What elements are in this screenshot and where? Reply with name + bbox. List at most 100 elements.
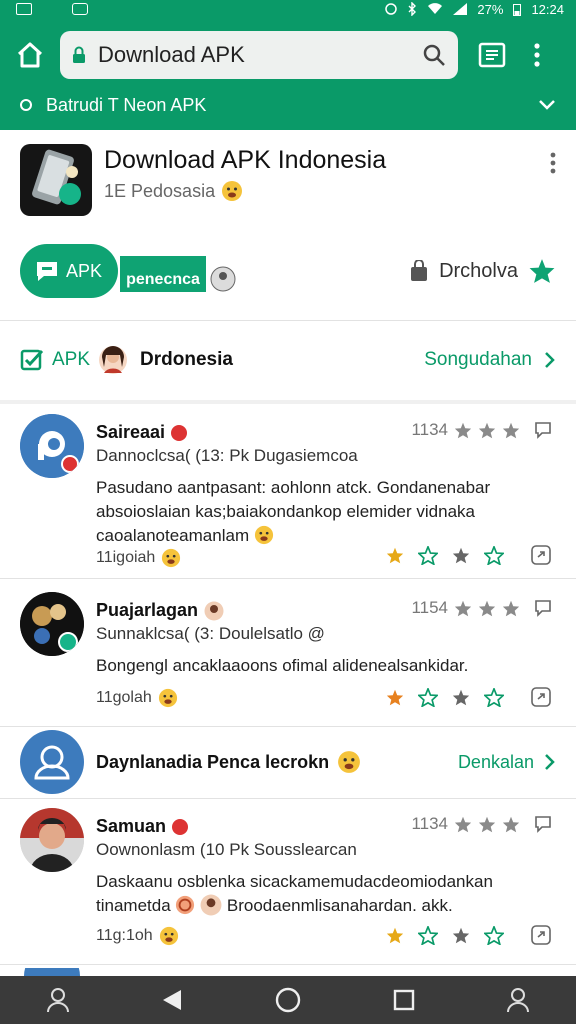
- emoji-icon: [176, 895, 195, 915]
- user-avatar-icon: [99, 346, 128, 374]
- chat-bubble-icon: [37, 262, 57, 281]
- share-icon[interactable]: [530, 544, 552, 566]
- battery-percent: 27%: [477, 1, 504, 17]
- app-icon: [20, 144, 92, 216]
- star-outline-icon[interactable]: [484, 925, 504, 945]
- system-nav-bar: [0, 976, 576, 1024]
- review-body: Daskaanu osblenka sicackamemudacdeomioda…: [96, 870, 544, 918]
- back-icon[interactable]: [161, 988, 183, 1012]
- apk-download-button[interactable]: APK: [20, 244, 118, 298]
- star-outline-icon[interactable]: [418, 687, 438, 707]
- star-icon: [502, 816, 520, 832]
- review-item[interactable]: Samuan 1134 Oownonlasm (10 Pk Sousslearc…: [0, 808, 576, 958]
- review-actions: [386, 544, 552, 566]
- review-item[interactable]: Puajarlagan 1154 Sunnaklcsa( (3: Doulels…: [0, 592, 576, 718]
- comment-icon[interactable]: [534, 599, 552, 617]
- emoji-icon: [338, 751, 361, 773]
- see-all-label: Songudahan: [424, 349, 532, 370]
- star-filled-icon[interactable]: [386, 547, 404, 564]
- review-meta: 1154: [411, 598, 552, 618]
- divider: [0, 964, 576, 965]
- star-outline-icon[interactable]: [484, 545, 504, 565]
- star-icon: [454, 422, 472, 438]
- emoji-icon: [159, 926, 178, 946]
- star-icon: [454, 600, 472, 616]
- see-all-link[interactable]: Songudahan: [424, 349, 556, 371]
- share-icon[interactable]: [530, 924, 552, 946]
- overflow-menu-icon[interactable]: [534, 43, 540, 67]
- app-subtitle: 1E Pedosasia: [104, 180, 243, 202]
- share-icon[interactable]: [530, 686, 552, 708]
- wifi-icon: [428, 3, 443, 15]
- emoji-icon: [162, 548, 181, 568]
- reviewer-name-text: Puajarlagan: [96, 600, 199, 620]
- star-icon[interactable]: [528, 258, 556, 284]
- review-meta: 1134: [411, 814, 552, 834]
- category-row[interactable]: APK Drdonesia Songudahan: [20, 338, 556, 382]
- divider: [0, 320, 576, 321]
- reviewer-avatar: [20, 592, 84, 656]
- browser-header: Download APK Batrudi T Neon APK: [0, 18, 576, 130]
- profile-icon[interactable]: [46, 987, 70, 1013]
- review-time-text: 11igoiah: [96, 549, 156, 566]
- section-see-all-link[interactable]: Denkalan: [458, 752, 556, 773]
- section-link-label: Denkalan: [457, 751, 534, 772]
- app-subtitle-text: 1E Pedosasia: [104, 180, 216, 201]
- reviewer-avatar: [20, 808, 84, 872]
- review-body-text: Pasudano aantpasant: aohlonn atck. Gonda…: [96, 478, 491, 545]
- user-avatar-icon: [204, 601, 224, 620]
- apk-brand-logo: penecnca: [120, 256, 206, 292]
- review-item[interactable]: Saireaai 1134 Dannoclcsa( (13: Pk Dugasi…: [0, 414, 576, 570]
- url-text[interactable]: Download APK: [98, 42, 410, 68]
- review-time-text: 11golah: [96, 689, 152, 706]
- review-count: 1134: [411, 814, 448, 833]
- account-icon[interactable]: [506, 987, 530, 1013]
- user-avatar-icon: [20, 730, 84, 794]
- star-icon: [502, 422, 520, 438]
- home-circle-icon[interactable]: [275, 987, 301, 1013]
- suggestion-text: Batrudi T Neon APK: [46, 94, 207, 115]
- page-content: Download APK Indonesia 1E Pedosasia APK …: [0, 130, 576, 976]
- star-gray-icon[interactable]: [452, 547, 470, 564]
- home-button[interactable]: [0, 42, 60, 68]
- section-title-text: Daynlanadia Penca lecrokn: [96, 751, 330, 772]
- star-outline-icon[interactable]: [484, 687, 504, 707]
- checkbox-icon: [20, 349, 44, 371]
- app-menu-button[interactable]: [550, 152, 556, 179]
- user-avatar-icon: [200, 894, 222, 916]
- reviewer-name-text: Saireaai: [96, 422, 166, 442]
- bookmark-label: Drcholva: [439, 259, 518, 282]
- reviewer-name: Saireaai: [96, 422, 188, 443]
- bluetooth-icon: [408, 2, 417, 16]
- star-gray-icon[interactable]: [452, 927, 470, 944]
- star-filled-icon[interactable]: [386, 927, 404, 944]
- star-filled-icon[interactable]: [386, 689, 404, 706]
- star-gray-icon[interactable]: [452, 689, 470, 706]
- chevron-right-icon: [545, 352, 555, 368]
- apk-pill-label: APK: [66, 260, 103, 281]
- emoji-icon: [222, 181, 243, 201]
- emoji-icon: [158, 688, 177, 708]
- recents-icon[interactable]: [393, 989, 415, 1011]
- star-outline-icon[interactable]: [418, 545, 438, 565]
- apk-row: APK penecnca Drcholva: [20, 242, 556, 302]
- app-card[interactable]: Download APK Indonesia 1E Pedosasia: [20, 144, 556, 224]
- star-outline-icon[interactable]: [418, 925, 438, 945]
- search-icon[interactable]: [422, 43, 446, 67]
- reader-mode-icon[interactable]: [478, 42, 506, 68]
- reviewer-avatar: [20, 414, 84, 478]
- chevron-down-icon[interactable]: [538, 99, 556, 111]
- star-icon: [454, 816, 472, 832]
- comment-icon[interactable]: [534, 815, 552, 833]
- notification-icon: [72, 3, 88, 15]
- suggestion-bar[interactable]: Batrudi T Neon APK: [0, 90, 576, 120]
- section-header[interactable]: Daynlanadia Penca lecrokn Denkalan: [20, 730, 556, 794]
- divider: [0, 798, 576, 799]
- battery-icon: [513, 3, 522, 16]
- review-body: Pasudano aantpasant: aohlonn atck. Gonda…: [96, 476, 544, 548]
- status-bar: 27% 12:24: [0, 0, 576, 18]
- bookmark-area[interactable]: Drcholva: [409, 258, 556, 284]
- comment-icon[interactable]: [534, 421, 552, 439]
- url-bar[interactable]: Download APK: [60, 31, 458, 79]
- lock-icon: [73, 46, 85, 63]
